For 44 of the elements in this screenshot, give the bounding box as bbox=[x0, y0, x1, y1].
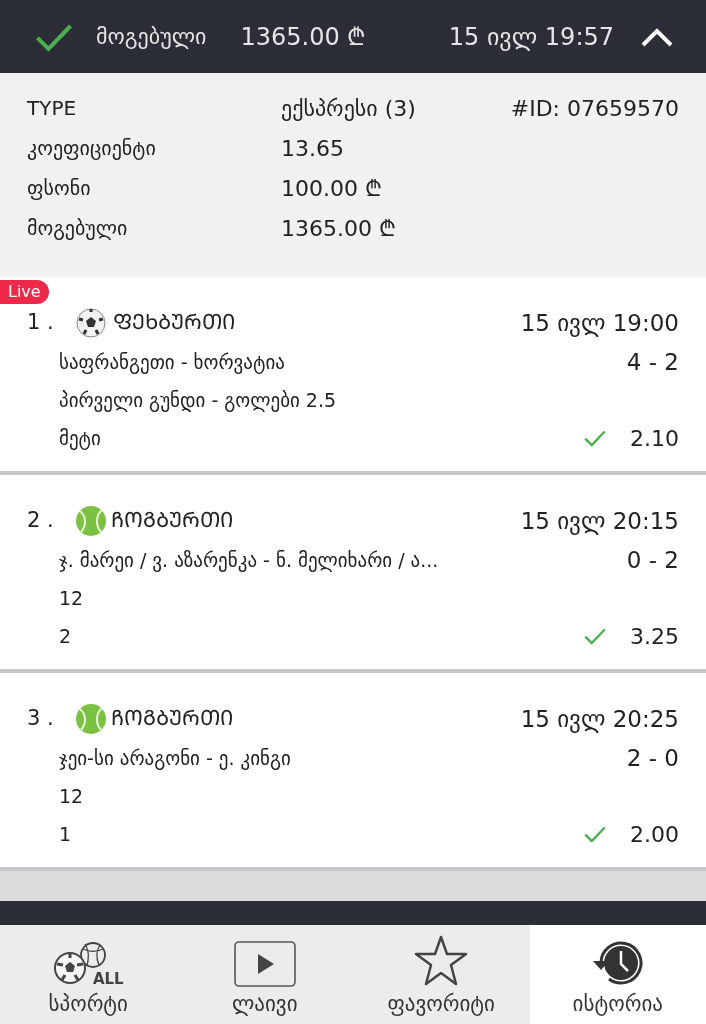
detail-label: ფსონი bbox=[27, 175, 92, 202]
match-teams: საფრანგეთი - ხორვატია bbox=[59, 349, 285, 376]
odds-value: 2.00 bbox=[630, 820, 679, 849]
sport-name: ᲩᲝᲒᲑᲣᲠᲗᲘ bbox=[111, 705, 233, 733]
play-icon bbox=[233, 940, 296, 987]
pick-name: 1 bbox=[59, 821, 72, 847]
sport-name: ᲤᲔᲮᲑᲣᲠᲗᲘ bbox=[113, 309, 235, 337]
win-amount: 1365.00 ₾ bbox=[240, 21, 367, 53]
match-score: 0 - 2 bbox=[625, 545, 679, 575]
event-number: 2 . bbox=[27, 507, 55, 535]
match-score: 2 - 0 bbox=[625, 743, 679, 773]
status-label: მოგებული bbox=[96, 23, 207, 51]
nav-tab[interactable]: ისტორია bbox=[529, 925, 706, 1024]
match-score: 4 - 2 bbox=[625, 347, 679, 377]
bet-datetime: 15 ივლ 19:57 bbox=[448, 21, 614, 53]
star-icon bbox=[414, 934, 469, 987]
event-number: 1 . bbox=[27, 309, 55, 337]
bet-id: #ID: 07659570 bbox=[510, 94, 679, 123]
detail-value: 13.65 bbox=[281, 134, 344, 163]
detail-value: 100.00 ₾ bbox=[281, 174, 382, 203]
tennis-ball-icon bbox=[75, 505, 107, 537]
match-teams: ჯეი-სი არაგონი - ე. კინგი bbox=[59, 745, 291, 772]
pick-name: მეტი bbox=[59, 425, 101, 452]
odds-value: 2.10 bbox=[630, 424, 679, 453]
market-name: 12 bbox=[59, 783, 84, 809]
pick-name: 2 bbox=[59, 623, 72, 649]
detail-label: TYPE bbox=[27, 95, 78, 122]
event-datetime: 15 ივლ 19:00 bbox=[520, 308, 679, 339]
market-name: პირველი გუნდი - გოლები 2.5 bbox=[59, 387, 337, 414]
event-datetime: 15 ივლ 20:15 bbox=[520, 506, 679, 537]
soccer-ball-icon bbox=[75, 307, 107, 339]
detail-label: კოეფიციენტი bbox=[27, 135, 157, 162]
live-badge: Live bbox=[0, 280, 49, 304]
detail-value: ექსპრესი (3) bbox=[281, 94, 416, 123]
icon-label: ALL bbox=[92, 971, 124, 987]
detail-value: 1365.00 ₾ bbox=[281, 214, 396, 243]
sport-name: ᲩᲝᲒᲑᲣᲠᲗᲘ bbox=[111, 507, 233, 535]
event-number: 3 . bbox=[27, 705, 55, 733]
match-teams: ჯ. მარეი / ვ. აზარენკა - ნ. მელიხარი / ა... bbox=[59, 547, 439, 574]
event-datetime: 15 ივლ 20:25 bbox=[520, 704, 679, 735]
detail-label: მოგებული bbox=[27, 215, 129, 242]
market-name: 12 bbox=[59, 585, 84, 611]
tennis-ball-icon bbox=[75, 703, 107, 735]
odds-value: 3.25 bbox=[630, 622, 679, 651]
